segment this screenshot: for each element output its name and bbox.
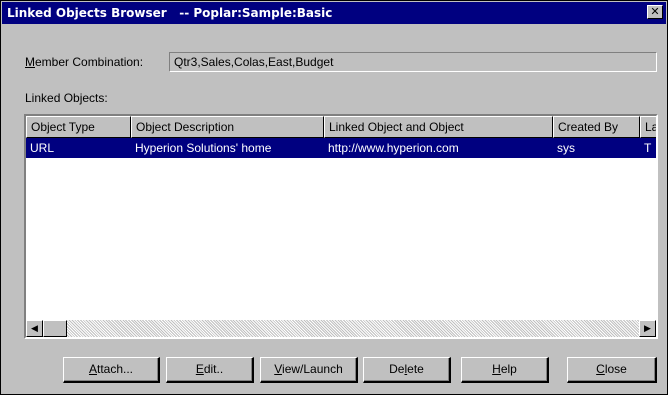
cell-created-by: sys <box>557 141 575 155</box>
linked-objects-label: Linked Objects: <box>25 91 108 105</box>
cell-linked-object: http://www.hyperion.com <box>328 141 459 155</box>
column-header-linked-object[interactable]: Linked Object and Object <box>324 116 553 138</box>
column-header-created-by[interactable]: Created By <box>553 116 640 138</box>
cell-object-type: URL <box>30 141 55 155</box>
attach-button[interactable]: Attach... <box>63 357 160 383</box>
table-row[interactable]: URL Hyperion Solutions' home http://www.… <box>26 138 656 158</box>
close-window-button[interactable]: ✕ <box>647 5 663 19</box>
view-launch-button[interactable]: View/Launch <box>260 357 358 383</box>
column-header-object-description[interactable]: Object Description <box>131 116 324 138</box>
close-button[interactable]: Close <box>567 357 657 383</box>
table-header: Object Type Object Description Linked Ob… <box>26 116 656 138</box>
scroll-left-button[interactable]: ◀ <box>26 320 43 337</box>
scroll-right-button[interactable]: ▶ <box>639 320 656 337</box>
column-header-object-type[interactable]: Object Type <box>26 116 131 138</box>
linked-objects-dialog: Linked Objects Browser -- Poplar:Sample:… <box>0 0 668 395</box>
cell-object-description: Hyperion Solutions' home <box>135 141 272 155</box>
title-bar: Linked Objects Browser -- Poplar:Sample:… <box>2 2 666 24</box>
close-icon: ✕ <box>650 5 660 18</box>
arrow-left-icon: ◀ <box>31 323 38 333</box>
column-header-last[interactable]: La <box>640 116 656 138</box>
edit-button[interactable]: Edit.. <box>166 357 254 383</box>
horizontal-scrollbar[interactable]: ◀ ▶ <box>26 320 656 337</box>
linked-objects-list[interactable]: Object Type Object Description Linked Ob… <box>24 114 658 339</box>
arrow-right-icon: ▶ <box>644 323 651 333</box>
member-combination-label: Member Combination: <box>25 55 144 69</box>
scrollbar-thumb[interactable] <box>43 320 67 337</box>
delete-button[interactable]: Delete <box>363 357 451 383</box>
help-button[interactable]: Help <box>461 357 549 383</box>
member-combination-field: Qtr3,Sales,Colas,East,Budget <box>169 52 657 72</box>
window-title: Linked Objects Browser -- Poplar:Sample:… <box>7 6 333 20</box>
cell-last: T <box>644 141 652 155</box>
